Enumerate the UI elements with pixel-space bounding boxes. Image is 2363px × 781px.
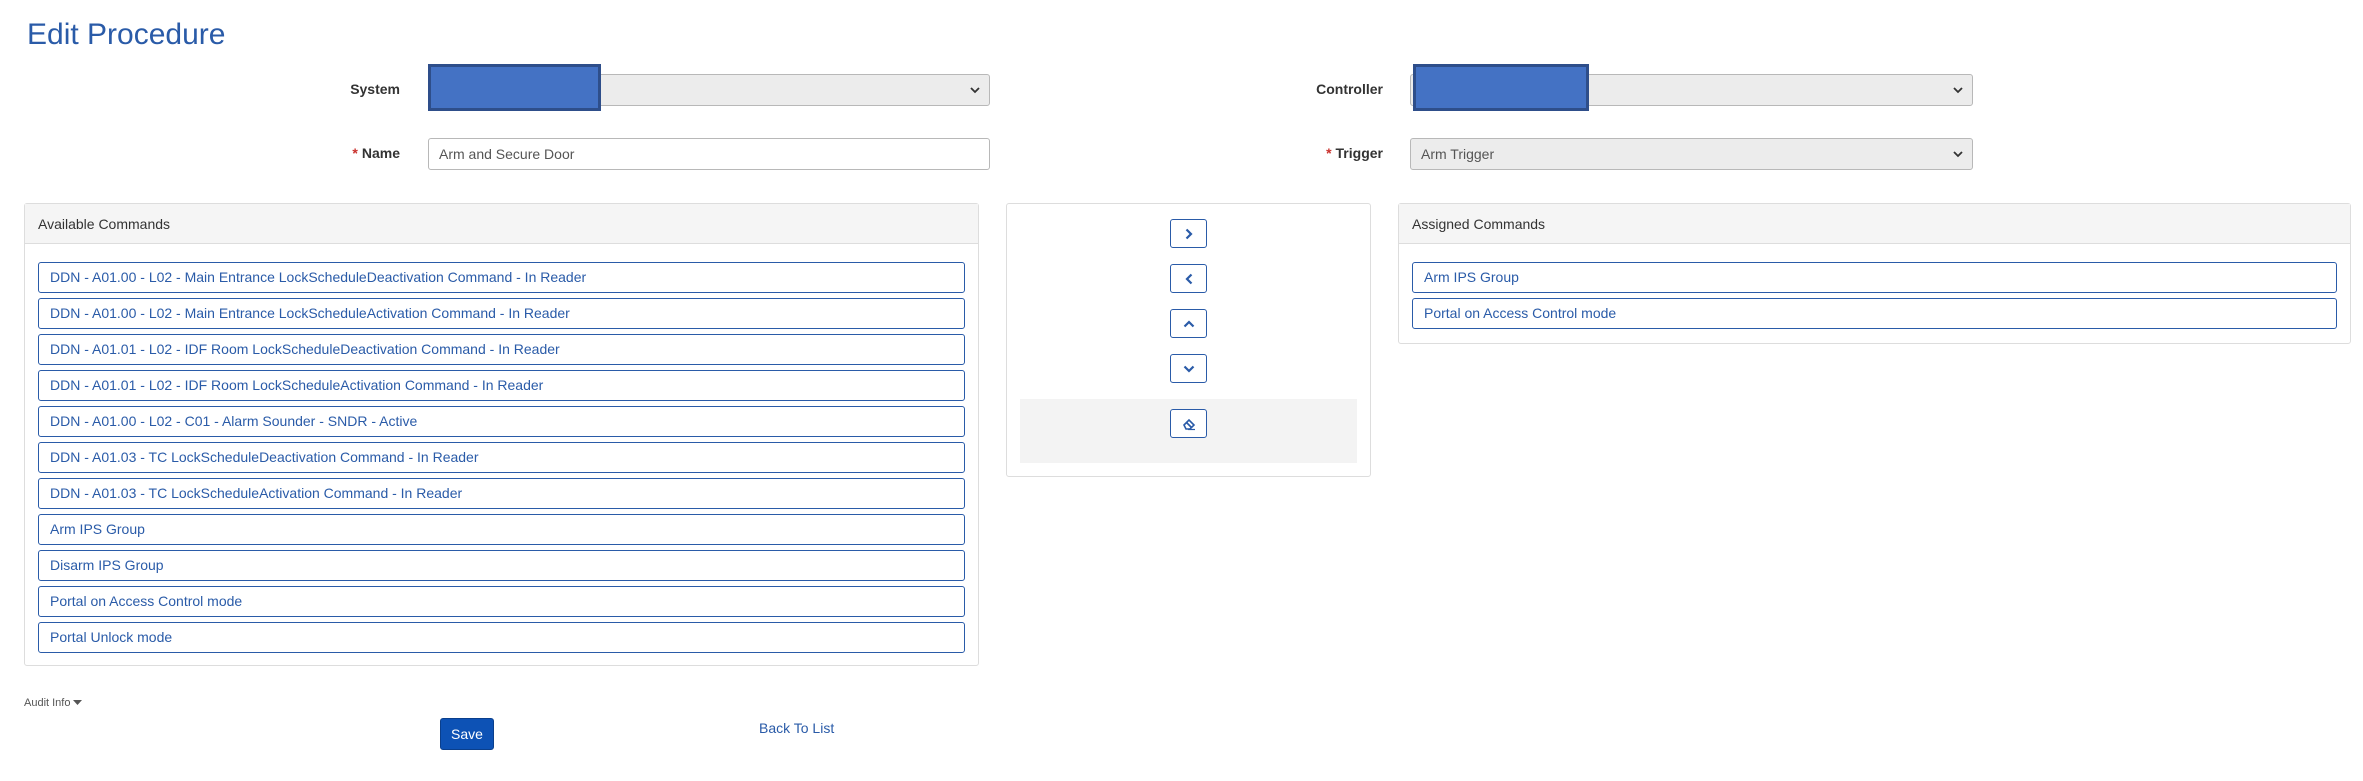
page-title: Edit Procedure (27, 18, 226, 51)
eraser-icon (1182, 417, 1196, 431)
back-to-list-link[interactable]: Back To List (759, 720, 834, 736)
chevron-down-icon (1952, 139, 1964, 169)
move-right-button[interactable] (1170, 219, 1207, 248)
controls-footer (1020, 399, 1357, 463)
audit-info-label: Audit Info (24, 697, 71, 709)
available-commands-list: DDN - A01.00 - L02 - Main Entrance LockS… (38, 262, 965, 658)
chevron-down-icon (1183, 365, 1195, 373)
trigger-select[interactable]: Arm Trigger (1410, 138, 1973, 170)
move-left-button[interactable] (1170, 264, 1207, 293)
clear-button[interactable] (1170, 409, 1207, 438)
assigned-commands-heading: Assigned Commands (1399, 204, 2350, 244)
chevron-right-icon (1185, 228, 1193, 240)
trigger-select-value: Arm Trigger (1421, 146, 1495, 162)
redacted-block (428, 64, 601, 111)
chevron-left-icon (1184, 273, 1193, 285)
available-command-item[interactable]: DDN - A01.00 - L02 - Main Entrance LockS… (38, 262, 965, 293)
chevron-down-icon (969, 75, 981, 105)
available-command-item[interactable]: Portal on Access Control mode (38, 586, 965, 617)
available-command-item[interactable]: DDN - A01.01 - L02 - IDF Room LockSchedu… (38, 370, 965, 401)
required-marker: * (1326, 145, 1332, 161)
command-controls-panel (1006, 203, 1371, 477)
audit-info-toggle[interactable]: Audit Info (24, 697, 83, 709)
available-commands-heading: Available Commands (25, 204, 978, 244)
edit-procedure-page: Edit Procedure System Controller * Name A… (0, 0, 2363, 781)
assigned-command-item[interactable]: Portal on Access Control mode (1412, 298, 2337, 329)
system-label: System (350, 81, 400, 97)
available-command-item[interactable]: DDN - A01.03 - TC LockScheduleActivation… (38, 478, 965, 509)
name-label-text: Name (361, 145, 400, 161)
move-up-button[interactable] (1170, 309, 1207, 338)
available-command-item[interactable]: Portal Unlock mode (38, 622, 965, 653)
name-input[interactable]: Arm and Secure Door (428, 138, 990, 170)
chevron-up-icon (1183, 319, 1195, 328)
chevron-down-icon (1952, 75, 1964, 105)
available-commands-panel: Available Commands DDN - A01.00 - L02 - … (24, 203, 979, 666)
assigned-commands-list: Arm IPS Group Portal on Access Control m… (1412, 262, 2337, 334)
trigger-label-text: Trigger (1335, 145, 1383, 161)
required-marker: * (352, 145, 358, 161)
caret-down-icon (73, 700, 83, 706)
available-command-item[interactable]: Arm IPS Group (38, 514, 965, 545)
available-command-item[interactable]: DDN - A01.00 - L02 - Main Entrance LockS… (38, 298, 965, 329)
name-label: * Name (300, 143, 400, 163)
available-command-item[interactable]: DDN - A01.01 - L02 - IDF Room LockSchedu… (38, 334, 965, 365)
move-down-button[interactable] (1170, 354, 1207, 383)
available-command-item[interactable]: DDN - A01.03 - TC LockScheduleDeactivati… (38, 442, 965, 473)
available-command-item[interactable]: Disarm IPS Group (38, 550, 965, 581)
controller-label: Controller (1316, 81, 1383, 97)
trigger-label: * Trigger (1283, 143, 1383, 163)
assigned-commands-panel: Assigned Commands Arm IPS Group Portal o… (1398, 203, 2351, 344)
save-button[interactable]: Save (440, 718, 494, 750)
assigned-command-item[interactable]: Arm IPS Group (1412, 262, 2337, 293)
redacted-block (1413, 64, 1589, 111)
available-command-item[interactable]: DDN - A01.00 - L02 - C01 - Alarm Sounder… (38, 406, 965, 437)
